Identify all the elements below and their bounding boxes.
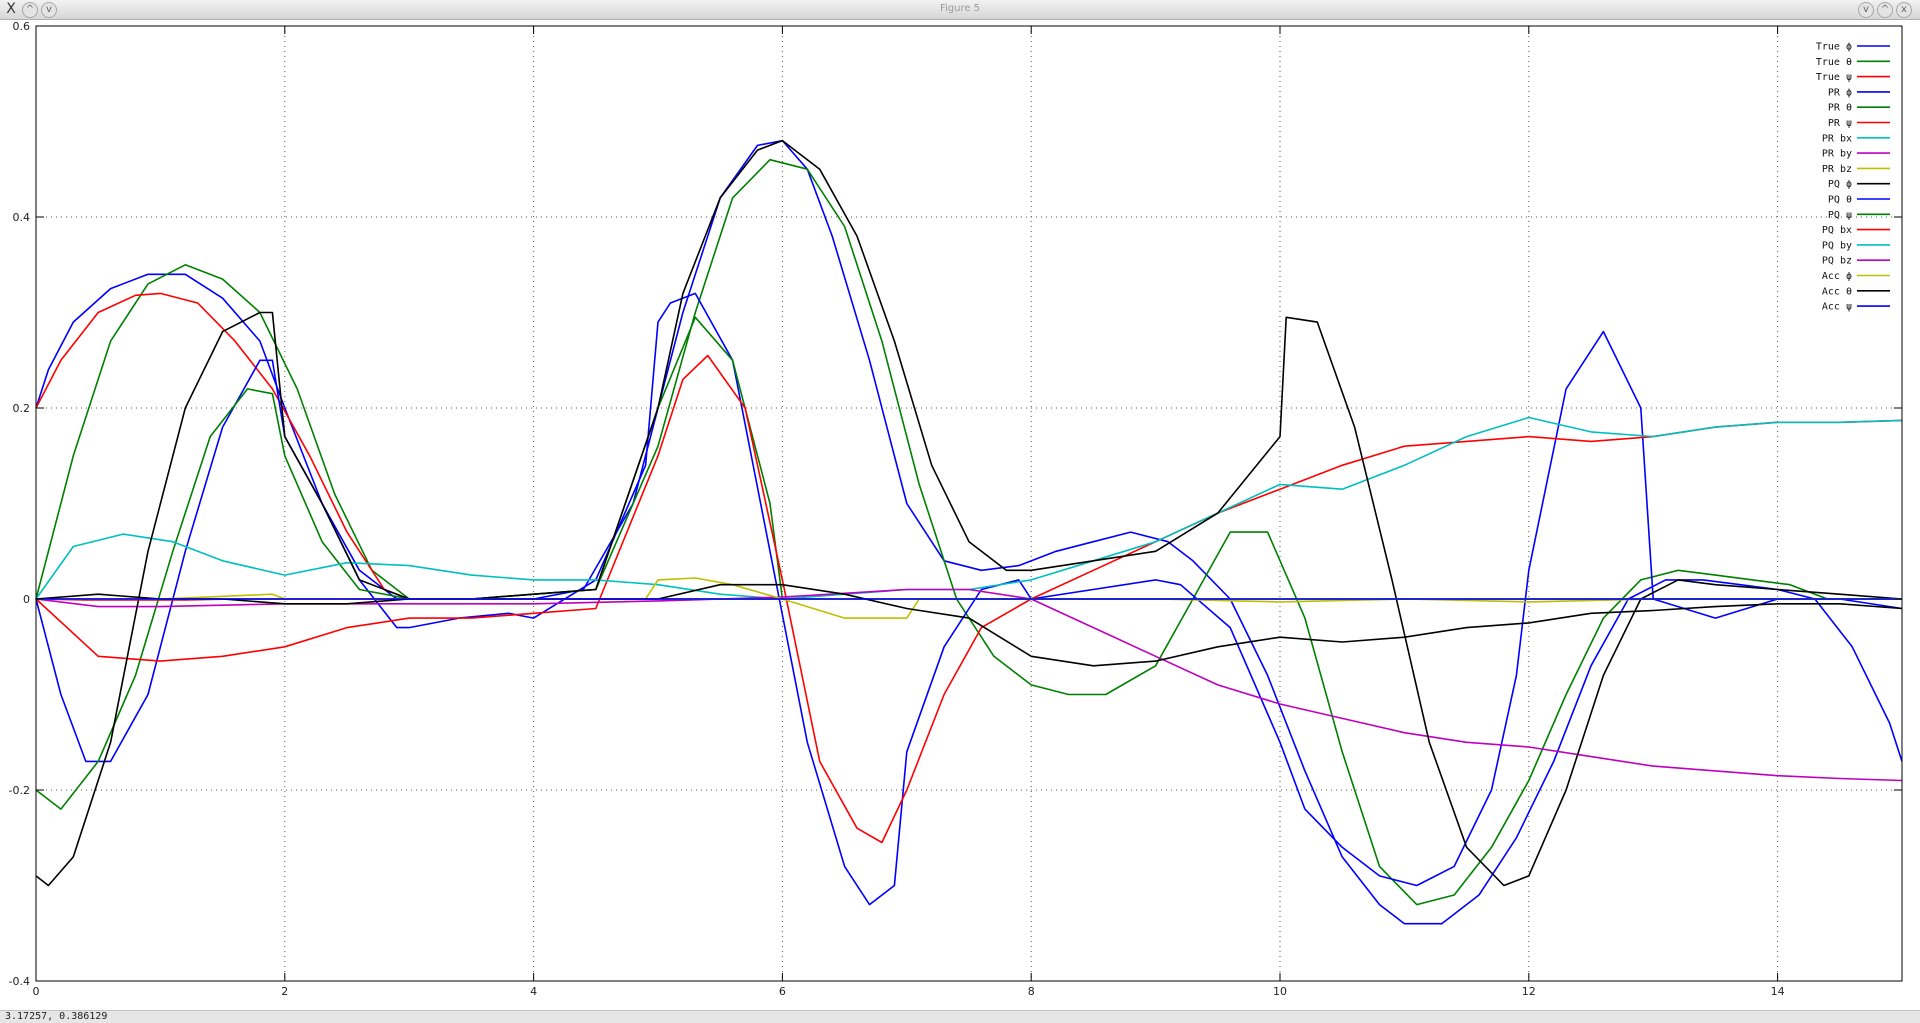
plot-frame — [35, 25, 1903, 982]
legend-label-8: PR bz — [1822, 164, 1852, 175]
series-line-1 — [35, 158, 1902, 906]
window-title: Figure 5 — [939, 3, 981, 14]
series-line-16 — [35, 583, 1903, 667]
x-tick-label: 12 — [1522, 985, 1536, 998]
minimize-right-icon[interactable]: v — [1858, 2, 1874, 18]
cursor-coordinates: 3.17257, 0.386129 — [5, 1011, 108, 1022]
series-line-4 — [35, 316, 784, 810]
status-bar: 3.17257, 0.386129 — [0, 1010, 1920, 1023]
legend-label-4: PR θ — [1828, 103, 1852, 114]
y-tick-label: -0.2 — [9, 784, 30, 797]
series-line-9 — [35, 139, 1903, 887]
y-tick-label: 0.6 — [13, 20, 31, 33]
x-tick-label: 8 — [1028, 985, 1035, 998]
series-line-6 — [35, 416, 1903, 600]
plot-area[interactable]: 0 2 4 6 8 10 12 14 -0.4 -0.2 0 0.2 0.4 0.6 True ϕ True … — [0, 20, 1920, 1010]
close-right-icon[interactable]: x — [1896, 2, 1912, 18]
y-tick-label: 0.4 — [13, 211, 31, 224]
x-tick-label: 2 — [281, 985, 288, 998]
legend-label-11: PQ ψ — [1828, 210, 1852, 221]
legend-label-17: Acc ψ — [1822, 302, 1852, 313]
legend-label-9: PQ ϕ — [1828, 179, 1852, 190]
legend-label-16: Acc θ — [1822, 286, 1852, 297]
legend-label-1: True θ — [1816, 57, 1852, 68]
legend-label-0: True ϕ — [1816, 42, 1852, 53]
y-tick-label: 0 — [23, 593, 30, 606]
legend-label-12: PQ bx — [1822, 225, 1852, 236]
x-tick-label: 6 — [779, 985, 786, 998]
maximize-right-icon[interactable]: ^ — [1877, 2, 1893, 18]
y-tick-label: 0.2 — [13, 402, 31, 415]
line-chart[interactable]: 0 2 4 6 8 10 12 14 -0.4 -0.2 0 0.2 0.4 0.6 True ϕ True … — [0, 20, 1920, 1010]
legend-label-3: PR ϕ — [1828, 87, 1852, 98]
legend-label-13: PQ by — [1822, 240, 1852, 251]
x-tick-label: 4 — [530, 985, 537, 998]
series-line-2 — [35, 292, 410, 600]
legend-label-10: PQ θ — [1828, 195, 1852, 206]
legend-label-5: PR ψ — [1828, 118, 1852, 129]
series-line-0 — [35, 139, 1903, 925]
legend-label-7: PR by — [1822, 149, 1852, 160]
legend-label-2: True ψ — [1816, 72, 1852, 83]
legend-label-15: Acc ϕ — [1822, 271, 1852, 282]
window-titlebar: X ^ v Figure 5 v ^ x — [0, 0, 1920, 20]
y-tick-label: -0.4 — [9, 975, 30, 988]
x-tick-label: 10 — [1273, 985, 1287, 998]
x-tick-label: 0 — [33, 985, 40, 998]
legend-label-14: PQ bz — [1822, 256, 1852, 267]
x-tick-label: 14 — [1771, 985, 1785, 998]
legend-label-6: PR bx — [1822, 133, 1852, 144]
